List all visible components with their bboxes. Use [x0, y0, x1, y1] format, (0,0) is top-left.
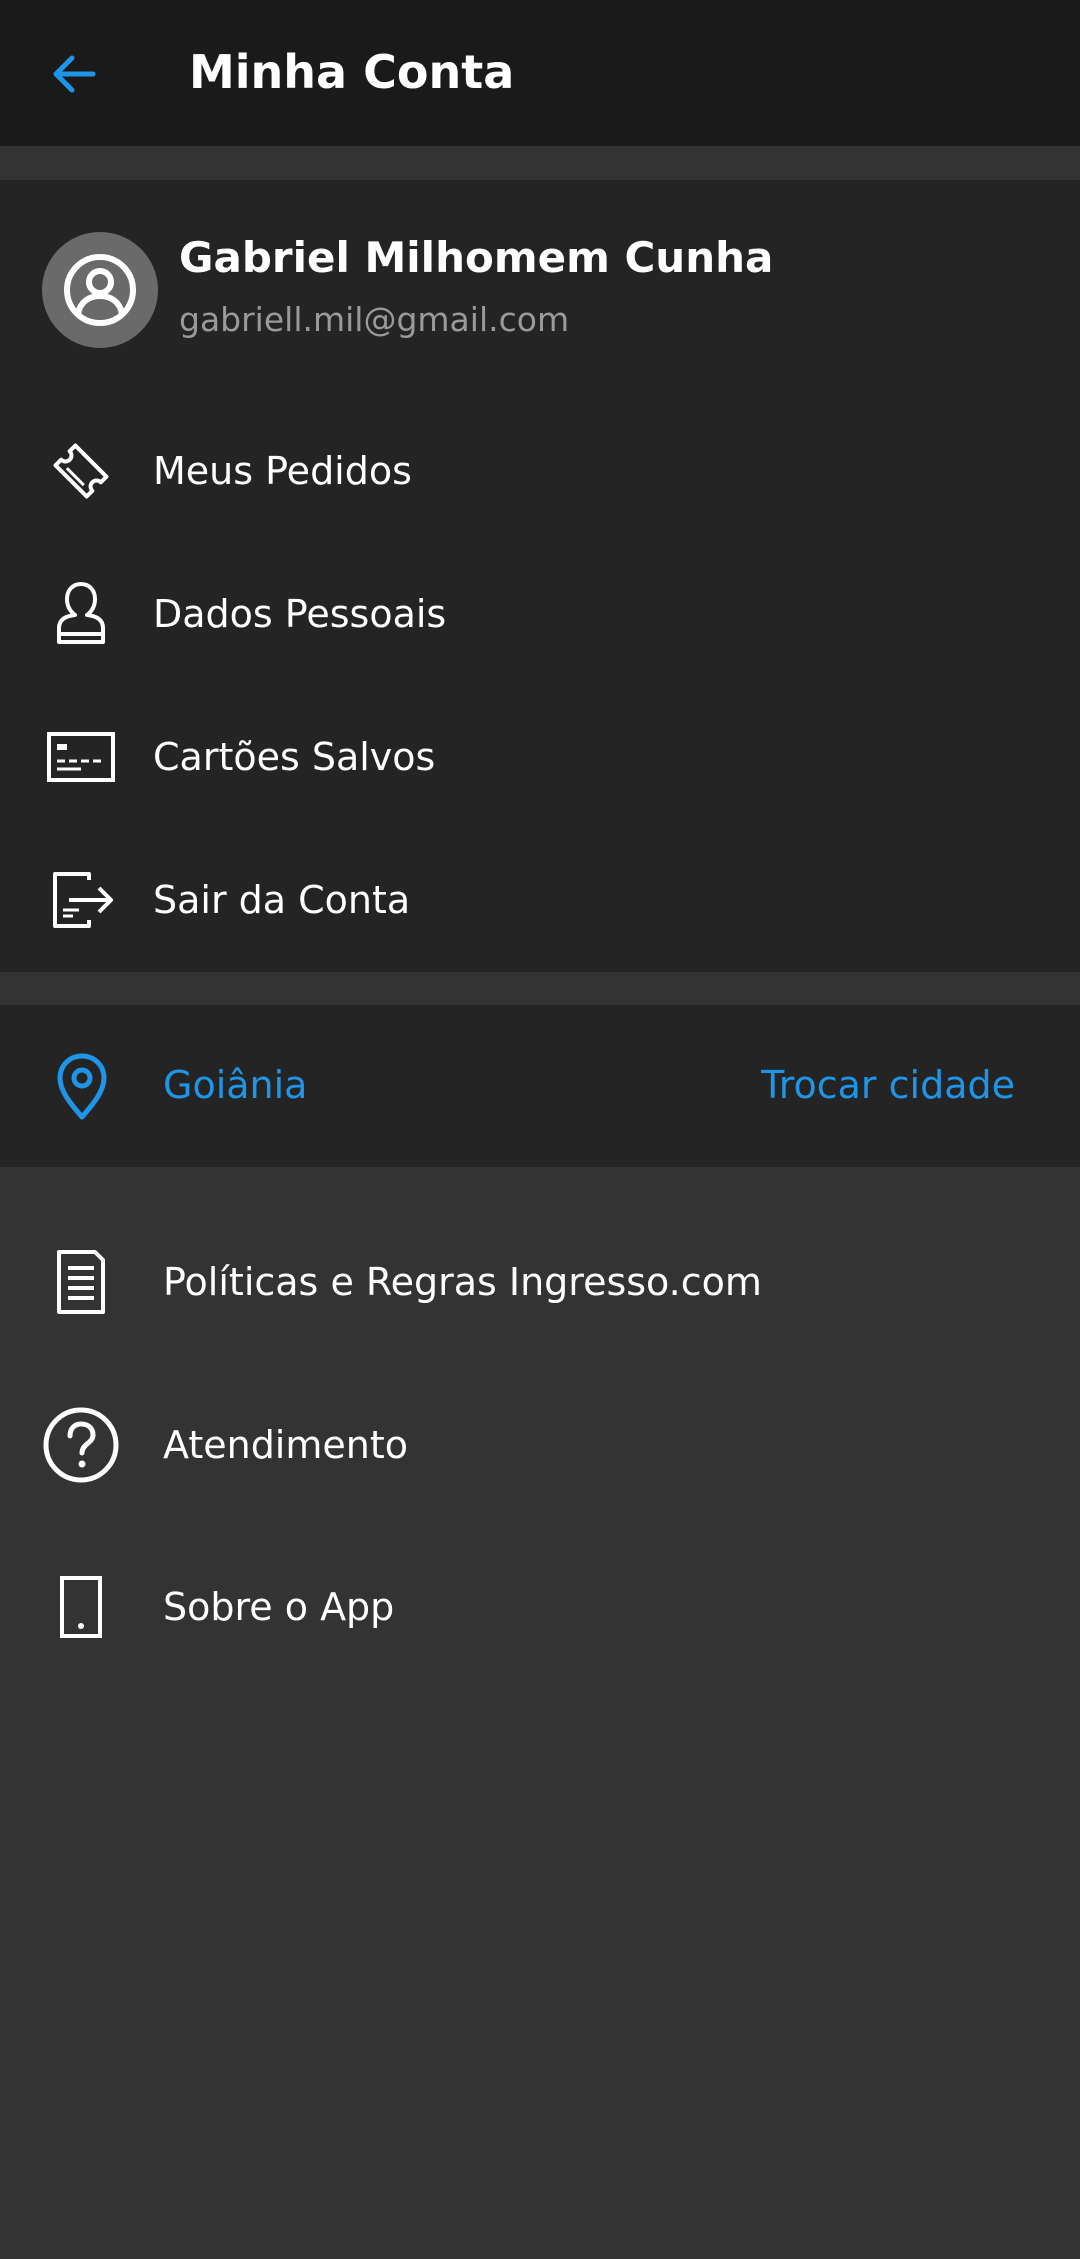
menu-label: Meus Pedidos	[153, 449, 412, 493]
back-button[interactable]	[36, 36, 112, 112]
ticket-icon	[40, 435, 122, 507]
app-header: Minha Conta	[0, 0, 1080, 146]
city-name: Goiânia	[163, 1063, 308, 1107]
phone-icon	[40, 1567, 122, 1647]
avatar	[42, 232, 158, 348]
user-circle-icon	[64, 254, 136, 326]
person-icon	[40, 578, 122, 650]
info-label: Atendimento	[163, 1423, 408, 1467]
user-name: Gabriel Milhomem Cunha	[179, 233, 774, 282]
menu-item-meus-pedidos[interactable]: Meus Pedidos	[0, 411, 1080, 531]
info-item-sobre-o-app[interactable]: Sobre o App	[0, 1537, 1080, 1677]
info-item-atendimento[interactable]: Atendimento	[0, 1375, 1080, 1515]
document-icon	[40, 1242, 122, 1322]
change-city-button[interactable]: Trocar cidade	[761, 1061, 1015, 1109]
info-label: Políticas e Regras Ingresso.com	[163, 1260, 762, 1304]
info-item-politicas[interactable]: Políticas e Regras Ingresso.com	[0, 1212, 1080, 1352]
card-icon	[40, 721, 122, 793]
arrow-left-icon	[53, 55, 96, 93]
account-section: Gabriel Milhomem Cunha gabriell.mil@gmai…	[0, 180, 1080, 972]
city-section: Goiânia Trocar cidade	[0, 1005, 1080, 1167]
menu-item-cartoes-salvos[interactable]: Cartões Salvos	[0, 697, 1080, 817]
logout-icon	[40, 864, 122, 936]
menu-label: Dados Pessoais	[153, 592, 447, 636]
help-circle-icon	[40, 1405, 122, 1485]
menu-label: Cartões Salvos	[153, 735, 436, 779]
location-pin-icon	[44, 1048, 120, 1124]
app-screen: Minha Conta Gabriel Milhomem Cunha gabri…	[0, 0, 1080, 2259]
page-title: Minha Conta	[189, 45, 515, 99]
user-email: gabriell.mil@gmail.com	[179, 300, 570, 339]
info-label: Sobre o App	[163, 1585, 395, 1629]
menu-label: Sair da Conta	[153, 878, 411, 922]
menu-item-sair-da-conta[interactable]: Sair da Conta	[0, 840, 1080, 960]
menu-item-dados-pessoais[interactable]: Dados Pessoais	[0, 554, 1080, 674]
